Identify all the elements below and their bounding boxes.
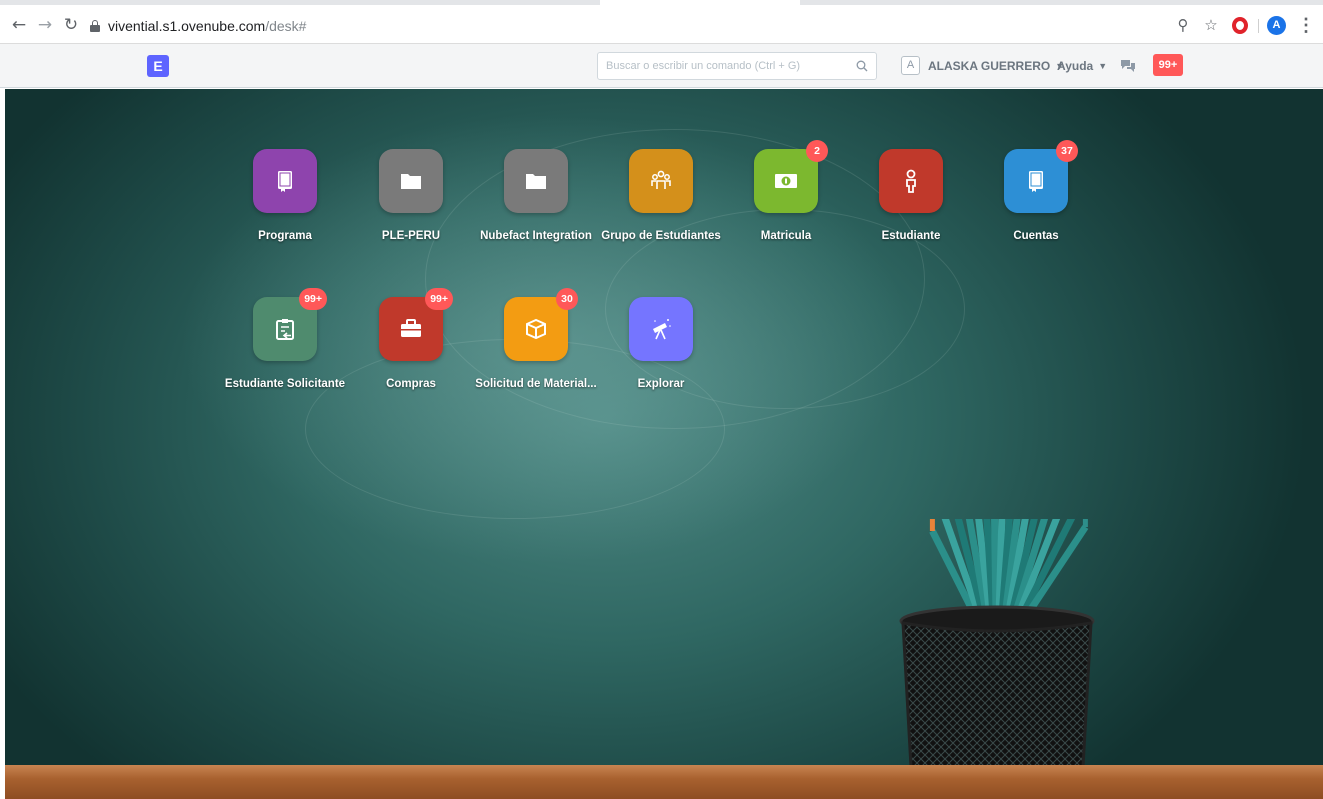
app-logo[interactable]: E: [147, 55, 169, 77]
module-label: Estudiante: [881, 230, 941, 242]
awesome-bar[interactable]: [597, 52, 877, 80]
folder-icon: [401, 174, 421, 189]
module-label: Programa: [258, 230, 312, 242]
module-tile-icon[interactable]: [629, 297, 693, 361]
count-badge: 2: [806, 140, 828, 162]
module-tile-icon[interactable]: [253, 149, 317, 213]
module-tile-icon[interactable]: [379, 149, 443, 213]
briefcase-icon: [401, 319, 421, 337]
profile-avatar[interactable]: A: [1267, 16, 1286, 35]
tab-strip-right: [800, 0, 1323, 5]
module-tile-icon[interactable]: [879, 149, 943, 213]
user-name: ALASKA GUERRERO: [928, 59, 1051, 73]
search-input[interactable]: [606, 57, 846, 75]
module-tile-icon[interactable]: 2: [754, 140, 828, 213]
count-badge: 30: [556, 288, 578, 310]
module-ple-peru[interactable]: PLE-PERU: [341, 149, 481, 242]
pencil-cup-illustration: [899, 519, 1095, 776]
book-icon: [278, 171, 292, 192]
back-arrow-icon[interactable]: ←: [10, 16, 28, 34]
module-label: Solicitud de Material...: [475, 378, 597, 390]
group-icon: [651, 170, 671, 189]
wooden-table: [5, 765, 1323, 799]
module-label: PLE-PERU: [381, 230, 441, 242]
help-menu[interactable]: Ayuda ▼: [1057, 59, 1107, 73]
module-estudiante-solicitante[interactable]: 99+ Estudiante Solicitante: [215, 288, 355, 390]
url-text: vivential.s1.ovenube.com/desk#: [108, 18, 307, 34]
count-badge: 37: [1056, 140, 1078, 162]
browser-chrome: ← → ↻ vivential.s1.ovenube.com/desk# ⚲ ☆…: [0, 0, 1323, 44]
address-bar[interactable]: vivential.s1.ovenube.com/desk#: [90, 12, 1200, 40]
forward-arrow-icon[interactable]: →: [36, 16, 54, 34]
folder-icon: [526, 174, 546, 189]
caret-down-icon: ▼: [1098, 61, 1108, 71]
notifications-badge[interactable]: 99+: [1153, 54, 1183, 76]
module-tile-icon[interactable]: 99+: [379, 288, 453, 361]
telescope-icon: [653, 319, 671, 340]
person-icon: [906, 169, 916, 193]
chat-icon[interactable]: [1120, 59, 1136, 73]
module-label: Cuentas: [1013, 230, 1059, 242]
book-icon: [1029, 171, 1043, 192]
lock-icon: [90, 20, 100, 32]
module-label: Compras: [386, 378, 436, 390]
clipboard-icon: [276, 319, 294, 340]
module-grupo-de-estudiantes[interactable]: Grupo de Estudiantes: [591, 149, 731, 242]
module-label: Estudiante Solicitante: [224, 378, 346, 390]
module-label: Matricula: [760, 230, 812, 242]
module-nubefact-integration[interactable]: Nubefact Integration: [466, 149, 606, 242]
module-cuentas[interactable]: 37 Cuentas: [966, 140, 1106, 242]
user-avatar[interactable]: A: [901, 56, 920, 75]
module-solicitud-de-material[interactable]: 30 Solicitud de Material...: [466, 288, 606, 390]
opera-extension-icon[interactable]: [1232, 17, 1248, 34]
box-icon: [526, 318, 546, 340]
search-icon: [856, 60, 868, 72]
module-estudiante[interactable]: Estudiante: [841, 149, 981, 242]
app-navbar: E A ALASKA GUERRERO▼ Ayuda ▼ 99+: [0, 44, 1323, 88]
module-explorar[interactable]: Explorar: [591, 297, 731, 390]
module-tile-icon[interactable]: [629, 149, 693, 213]
module-tile-icon[interactable]: 99+: [253, 288, 327, 361]
help-label: Ayuda: [1057, 59, 1094, 73]
tab-strip-left: [0, 0, 600, 5]
reload-icon[interactable]: ↻: [62, 16, 80, 34]
module-label: Explorar: [637, 378, 685, 390]
module-label: Nubefact Integration: [480, 230, 592, 242]
module-tile-icon[interactable]: [504, 149, 568, 213]
bookmark-star-icon[interactable]: ☆: [1202, 16, 1220, 34]
zoom-icon[interactable]: ⚲: [1174, 16, 1192, 34]
module-compras[interactable]: 99+ Compras: [341, 288, 481, 390]
user-menu[interactable]: ALASKA GUERRERO ▼: [928, 59, 1064, 73]
module-programa[interactable]: Programa: [215, 149, 355, 242]
module-tile-icon[interactable]: 37: [1004, 140, 1078, 213]
toolbar-divider: [1258, 19, 1259, 33]
browser-menu-icon[interactable]: ⋮: [1297, 16, 1315, 34]
money-icon: [775, 174, 797, 188]
module-matricula[interactable]: 2 Matricula: [716, 140, 856, 242]
count-badge: 99+: [425, 288, 453, 310]
cup-body: [901, 621, 1093, 776]
module-label: Grupo de Estudiantes: [601, 230, 721, 242]
module-tile-icon[interactable]: 30: [504, 288, 578, 361]
count-badge: 99+: [299, 288, 327, 310]
